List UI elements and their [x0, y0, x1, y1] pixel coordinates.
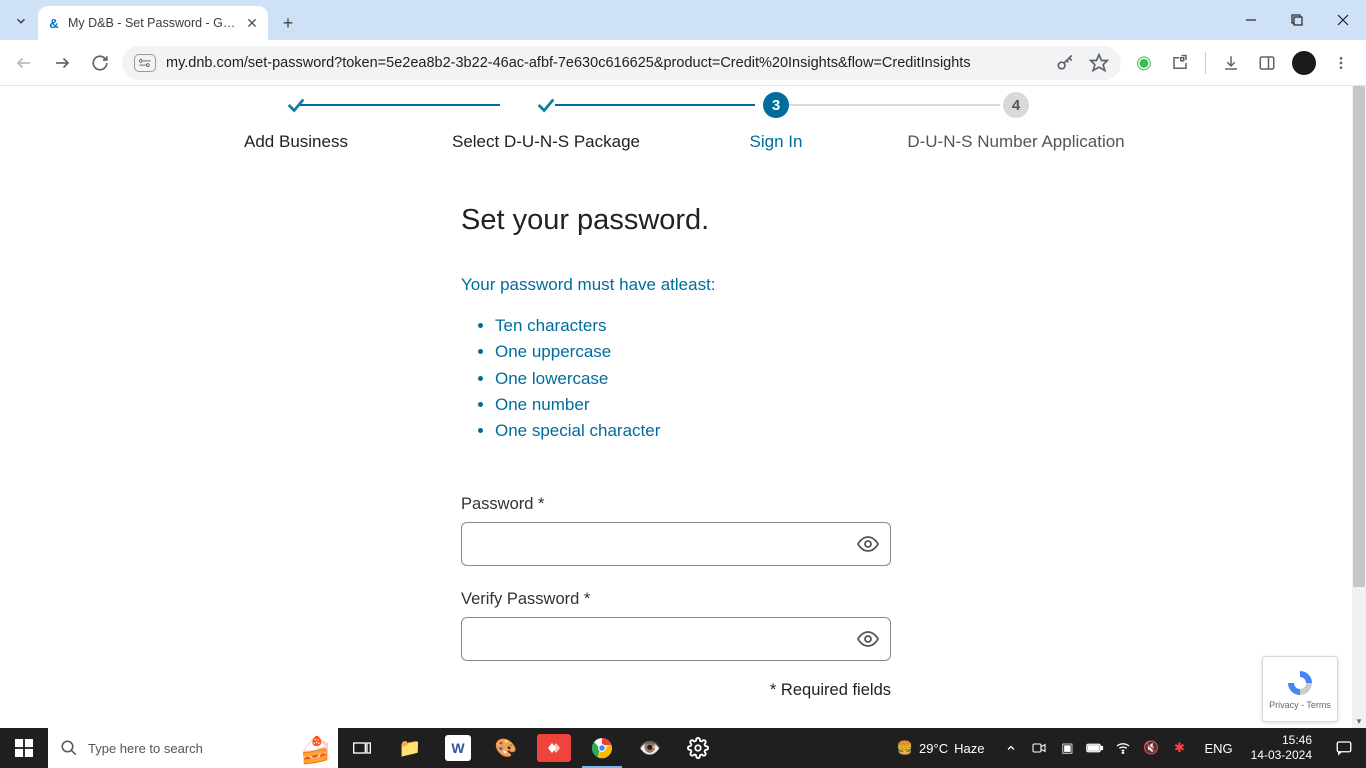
- forward-button[interactable]: [46, 47, 78, 79]
- tab-favicon: &: [46, 15, 62, 31]
- tray-battery-icon[interactable]: [1086, 742, 1104, 754]
- tabs-dropdown-button[interactable]: [4, 4, 38, 38]
- address-bar[interactable]: my.dnb.com/set-password?token=5e2ea8b2-3…: [122, 46, 1121, 80]
- password-input[interactable]: [461, 522, 891, 566]
- start-button[interactable]: [0, 728, 48, 768]
- word-app[interactable]: W: [445, 735, 471, 761]
- browser-title-bar: & My D&B - Set Password - Get a ✕ +: [0, 0, 1366, 40]
- weather-condition: Haze: [954, 741, 984, 756]
- chrome-menu-button[interactable]: [1330, 52, 1352, 74]
- search-icon: [60, 739, 78, 757]
- step-number: 3: [763, 92, 789, 118]
- extensions-button[interactable]: [1169, 52, 1191, 74]
- settings-app[interactable]: [674, 728, 722, 768]
- new-tab-button[interactable]: +: [274, 9, 302, 37]
- show-verify-password-button[interactable]: [855, 626, 881, 652]
- progress-stepper: Add Business Select D-U-N-S Package 3 Si…: [0, 92, 1352, 152]
- back-button[interactable]: [8, 47, 40, 79]
- app-icon-anydesk[interactable]: [537, 734, 571, 762]
- site-settings-icon[interactable]: [134, 54, 156, 72]
- page-viewport: Add Business Select D-U-N-S Package 3 Si…: [0, 86, 1366, 728]
- weather-temp: 29°C: [919, 741, 948, 756]
- vertical-scrollbar[interactable]: ▴ ▾: [1352, 86, 1366, 728]
- windows-taskbar: Type here to search 🍰 📁 W 🎨 👁️ 🍔 29°C Ha…: [0, 728, 1366, 768]
- step-duns-application: 4 D-U-N-S Number Application: [866, 92, 1166, 152]
- app-icon-eye[interactable]: 👁️: [626, 728, 674, 768]
- tray-meet-now-icon[interactable]: [1030, 740, 1048, 756]
- requirement-item: One lowercase: [495, 366, 891, 392]
- maximize-button[interactable]: [1274, 0, 1320, 40]
- taskbar-apps: 📁 W 🎨 👁️: [338, 728, 722, 768]
- system-tray: ▣ 🔇 ✱: [994, 740, 1196, 756]
- chrome-app[interactable]: [578, 728, 626, 768]
- close-window-button[interactable]: [1320, 0, 1366, 40]
- search-highlight-icon: 🍰: [300, 735, 332, 766]
- checkmark-icon: [283, 92, 309, 118]
- password-label: Password *: [461, 495, 891, 514]
- bookmark-star-icon[interactable]: [1089, 53, 1109, 73]
- step-select-package: Select D-U-N-S Package: [406, 92, 686, 152]
- requirement-item: One uppercase: [495, 339, 891, 365]
- page-title: Set your password.: [461, 204, 891, 237]
- step-label: Sign In: [686, 132, 866, 152]
- requirement-item: Ten characters: [495, 313, 891, 339]
- tray-wifi-icon[interactable]: [1114, 740, 1132, 756]
- checkmark-icon: [533, 92, 559, 118]
- divider: [1205, 52, 1206, 74]
- requirements-list: Ten characters One uppercase One lowerca…: [461, 313, 891, 445]
- tray-overflow-button[interactable]: [1002, 742, 1020, 754]
- clock-time: 15:46: [1251, 733, 1312, 748]
- recaptcha-badge[interactable]: Privacy - Terms: [1262, 656, 1338, 722]
- step-add-business: Add Business: [186, 92, 406, 152]
- url-text: my.dnb.com/set-password?token=5e2ea8b2-3…: [166, 55, 1045, 71]
- step-number: 4: [1003, 92, 1029, 118]
- tray-onedrive-icon[interactable]: ▣: [1058, 740, 1076, 756]
- profile-avatar[interactable]: [1292, 51, 1316, 75]
- browser-tab[interactable]: & My D&B - Set Password - Get a ✕: [38, 6, 268, 40]
- window-controls: [1228, 0, 1366, 40]
- weather-icon: 🍔: [897, 740, 913, 756]
- extensions-area: ◉: [1127, 51, 1358, 75]
- recaptcha-links[interactable]: Privacy - Terms: [1269, 700, 1331, 710]
- side-panel-button[interactable]: [1256, 52, 1278, 74]
- step-label: Add Business: [186, 132, 406, 152]
- clock-date: 14-03-2024: [1251, 748, 1312, 763]
- verify-password-input[interactable]: [461, 617, 891, 661]
- tray-security-icon[interactable]: ✱: [1170, 740, 1188, 756]
- step-label: Select D-U-N-S Package: [406, 132, 686, 152]
- extension-icon-1[interactable]: ◉: [1133, 52, 1155, 74]
- show-password-button[interactable]: [855, 531, 881, 557]
- scrollbar-thumb[interactable]: [1353, 86, 1365, 587]
- step-sign-in: 3 Sign In: [686, 92, 866, 152]
- required-fields-note: * Required fields: [461, 681, 891, 700]
- tab-close-button[interactable]: ✕: [244, 15, 260, 31]
- step-label: D-U-N-S Number Application: [866, 132, 1166, 152]
- password-form: Set your password. Your password must ha…: [461, 204, 891, 728]
- app-icon-paint[interactable]: 🎨: [482, 728, 530, 768]
- scroll-down-arrow[interactable]: ▾: [1352, 714, 1366, 728]
- action-center-button[interactable]: [1322, 739, 1366, 757]
- downloads-button[interactable]: [1220, 52, 1242, 74]
- minimize-button[interactable]: [1228, 0, 1274, 40]
- taskbar-weather[interactable]: 🍔 29°C Haze: [887, 740, 995, 756]
- recaptcha-icon: [1283, 668, 1317, 698]
- requirement-item: One number: [495, 392, 891, 418]
- verify-password-label: Verify Password *: [461, 590, 891, 609]
- browser-toolbar: my.dnb.com/set-password?token=5e2ea8b2-3…: [0, 40, 1366, 86]
- requirement-item: One special character: [495, 418, 891, 444]
- password-key-icon[interactable]: [1055, 53, 1075, 73]
- requirements-intro: Your password must have atleast:: [461, 275, 891, 295]
- tab-title: My D&B - Set Password - Get a: [68, 16, 238, 30]
- tray-volume-muted-icon[interactable]: 🔇: [1142, 740, 1160, 756]
- taskbar-clock[interactable]: 15:46 14-03-2024: [1241, 733, 1322, 763]
- reload-button[interactable]: [84, 47, 116, 79]
- search-placeholder: Type here to search: [88, 741, 203, 756]
- file-explorer-app[interactable]: 📁: [386, 728, 434, 768]
- task-view-button[interactable]: [338, 728, 386, 768]
- language-indicator[interactable]: ENG: [1196, 741, 1240, 756]
- taskbar-search[interactable]: Type here to search 🍰: [48, 728, 338, 768]
